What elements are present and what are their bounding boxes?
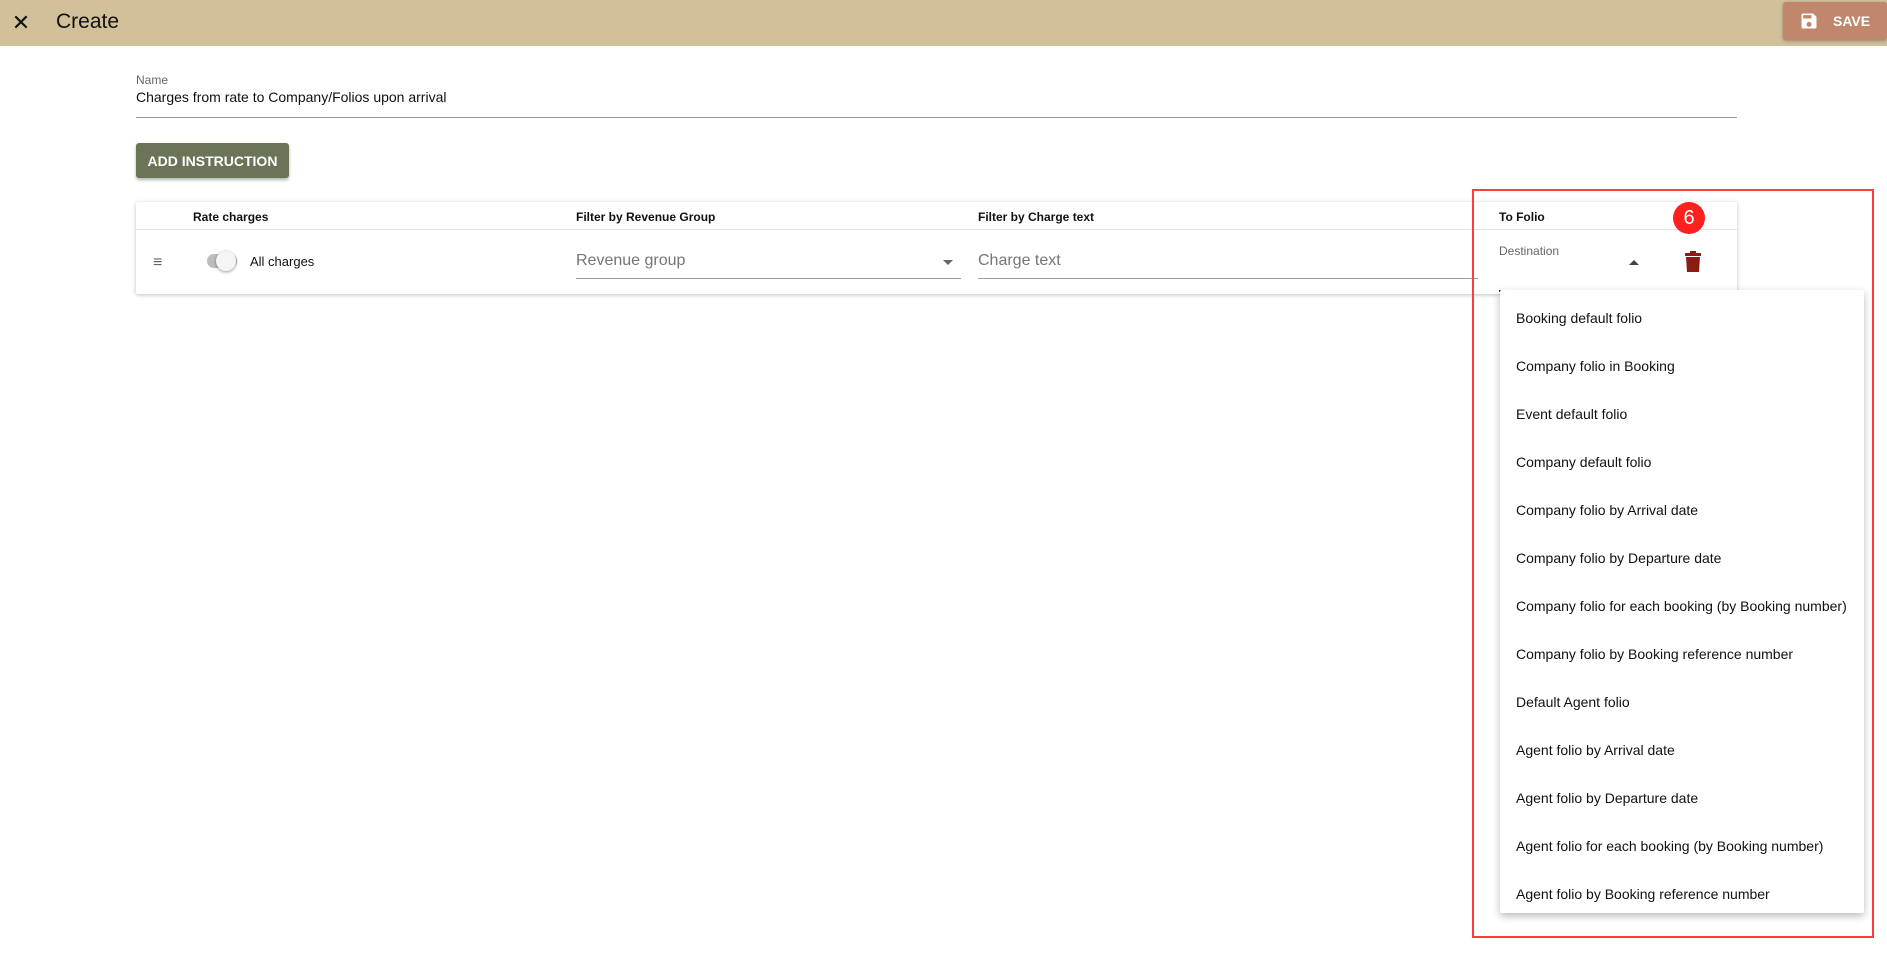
add-instruction-button[interactable]: ADD INSTRUCTION: [136, 143, 289, 178]
name-field-label: Name: [136, 73, 169, 87]
close-icon[interactable]: ✕: [6, 8, 36, 38]
menu-item-agent-folio-booking-reference[interactable]: Agent folio by Booking reference number: [1500, 870, 1864, 918]
menu-item-event-default-folio[interactable]: Event default folio: [1500, 390, 1864, 438]
all-charges-label: All charges: [250, 254, 315, 269]
charge-text-input[interactable]: Charge text: [978, 242, 1478, 279]
revenue-group-placeholder: Revenue group: [576, 252, 686, 269]
menu-item-agent-folio-arrival-date[interactable]: Agent folio by Arrival date: [1500, 726, 1864, 774]
all-charges-toggle[interactable]: [207, 251, 237, 271]
menu-item-company-folio-arrival-date[interactable]: Company folio by Arrival date: [1500, 486, 1864, 534]
menu-item-agent-folio-departure-date[interactable]: Agent folio by Departure date: [1500, 774, 1864, 822]
floppy-disk-icon: [1801, 13, 1817, 29]
toggle-knob: [216, 251, 236, 271]
top-bar: ✕ Create SAVE: [0, 0, 1887, 46]
save-button[interactable]: SAVE: [1783, 2, 1887, 40]
destination-dropdown-menu: Booking default folio Company folio in B…: [1500, 290, 1864, 913]
name-input-underline: [136, 117, 1737, 118]
column-header-revenue-group: Filter by Revenue Group: [576, 210, 716, 224]
menu-item-booking-default-folio[interactable]: Booking default folio: [1500, 294, 1864, 342]
page-title: Create: [56, 10, 120, 33]
column-header-rate-charges: Rate charges: [193, 210, 269, 224]
column-header-charge-text: Filter by Charge text: [978, 210, 1095, 224]
menu-item-company-folio-in-booking[interactable]: Company folio in Booking: [1500, 342, 1864, 390]
name-input[interactable]: Charges from rate to Company/Folios upon…: [136, 89, 446, 105]
menu-item-default-agent-folio[interactable]: Default Agent folio: [1500, 678, 1864, 726]
menu-item-company-default-folio[interactable]: Company default folio: [1500, 438, 1864, 486]
menu-item-agent-folio-each-booking[interactable]: Agent folio for each booking (by Booking…: [1500, 822, 1864, 870]
menu-item-company-folio-each-booking[interactable]: Company folio for each booking (by Booki…: [1500, 582, 1864, 630]
step-number-badge: 6: [1673, 202, 1705, 234]
menu-item-company-folio-booking-reference[interactable]: Company folio by Booking reference numbe…: [1500, 630, 1864, 678]
save-button-label: SAVE: [1833, 13, 1871, 29]
revenue-group-select[interactable]: Revenue group: [576, 242, 961, 279]
chevron-down-icon: [943, 260, 953, 265]
drag-handle-icon[interactable]: ≡: [153, 254, 162, 272]
charge-text-placeholder: Charge text: [978, 252, 1061, 269]
menu-item-company-folio-departure-date[interactable]: Company folio by Departure date: [1500, 534, 1864, 582]
